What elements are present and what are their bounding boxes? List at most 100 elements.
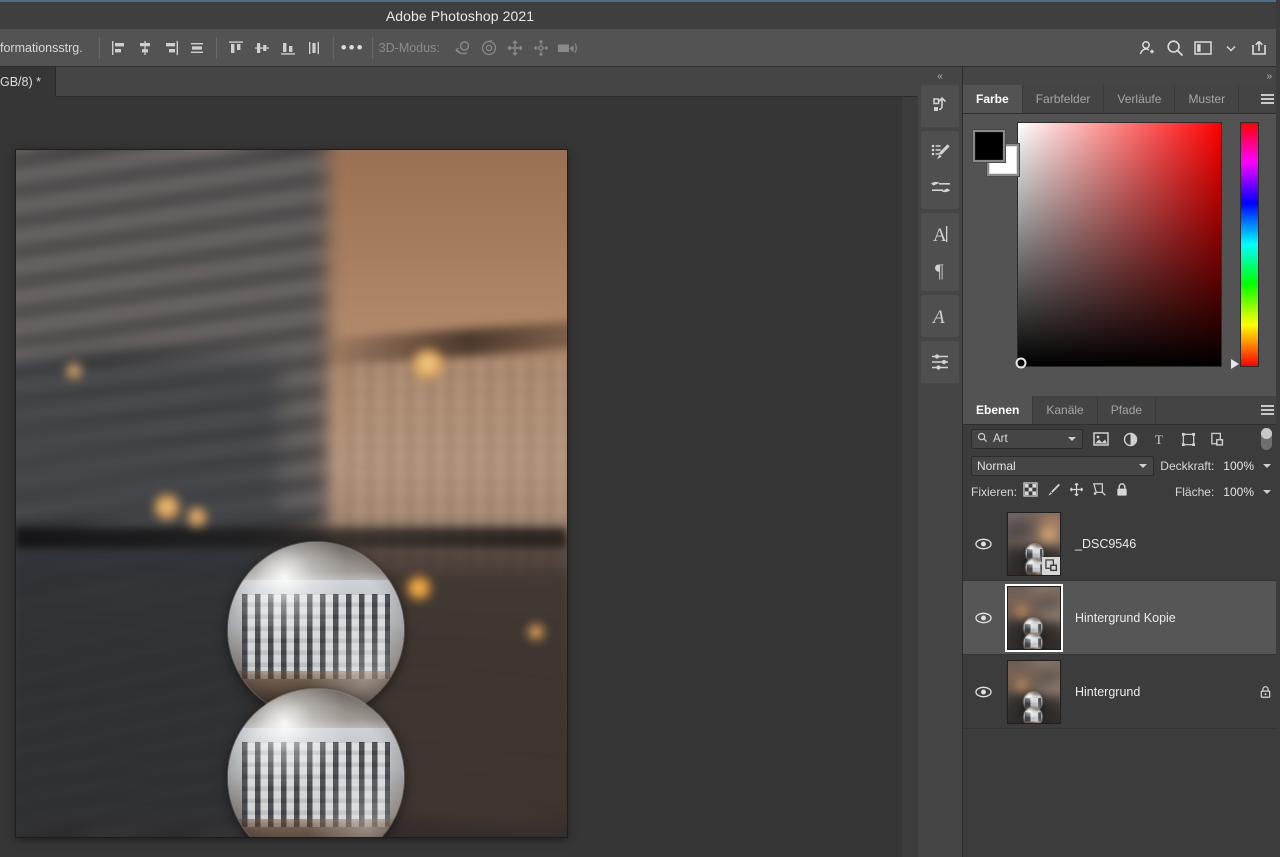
glyphs-icon[interactable]: A [921,298,960,334]
layer-filter-row: Art T [963,425,1280,453]
rail-collapse-button[interactable]: « [918,67,962,85]
tab-verlaeufe[interactable]: Verläufe [1104,85,1176,113]
table-row[interactable]: _DSC9546 [963,507,1280,581]
options-right-cluster [1134,35,1280,61]
adjustments-icon[interactable] [921,344,960,380]
align-vertical-centers-icon[interactable] [249,35,275,61]
options-bar: formationsstrg. ••• 3D-Modus: [0,29,1280,67]
layer-name[interactable]: Hintergrund [1069,685,1250,699]
layer-thumbnail-cell[interactable] [999,585,1069,650]
layer-filter-kind-select[interactable]: Art [971,429,1083,449]
blend-mode-value: Normal [977,459,1016,473]
lock-position-icon[interactable] [1069,482,1084,502]
tab-ebenen[interactable]: Ebenen [963,396,1034,424]
color-field-cursor[interactable] [1015,357,1027,369]
distribute-horizontal-icon[interactable] [184,35,210,61]
layer-thumbnail[interactable] [1007,511,1061,576]
layer-thumbnail[interactable] [1007,659,1061,724]
svg-text:A: A [931,307,945,328]
layer-visibility-toggle[interactable] [967,538,999,550]
filter-enable-toggle[interactable] [1261,428,1272,450]
orbit-3d-icon[interactable] [450,35,476,61]
workspace-icon[interactable] [1190,35,1216,61]
layer-thumbnail-cell[interactable] [999,659,1069,724]
color-swatches [975,132,1019,176]
filter-shape-layers-icon[interactable] [1177,432,1199,447]
layers-panel-body: Art T Normal Deckkraft: 100% Fixieren: F… [963,425,1280,729]
hue-slider-marker[interactable] [1231,359,1239,369]
camera-3d-icon[interactable] [554,35,580,61]
layer-visibility-toggle[interactable] [967,612,999,624]
layer-thumbnail-cell[interactable] [999,511,1069,576]
hue-slider[interactable] [1240,122,1259,367]
lock-all-icon[interactable] [1115,482,1129,502]
slide-3d-icon[interactable] [528,35,554,61]
more-options-label: ••• [340,37,365,57]
distribute-vertical-icon[interactable] [301,35,327,61]
layer-name[interactable]: _DSC9546 [1069,537,1250,551]
align-left-edges-icon[interactable] [106,35,132,61]
window-right-edge [1276,0,1280,857]
panel-icon-rail: « A ¶ A [918,67,963,857]
layer-visibility-toggle[interactable] [967,686,999,698]
tab-farbfelder-label: Farbfelder [1035,92,1091,106]
fill-label: Fläche: [1174,485,1215,499]
table-row[interactable]: Hintergrund [963,655,1280,729]
align-bottom-edges-icon[interactable] [275,35,301,61]
photoshop-window: Adobe Photoshop 2021 formationsstrg. •••… [0,0,1280,857]
character-icon[interactable]: A [921,216,960,252]
lock-label: Fixieren: [971,485,1018,499]
search-icon[interactable] [1162,35,1188,61]
tab-kanaele-label: Kanäle [1046,403,1084,417]
workspace-chevron-icon[interactable] [1218,35,1244,61]
more-align-options-button[interactable]: ••• [340,35,366,61]
share-document-icon[interactable] [1134,35,1160,61]
color-saturation-value-field[interactable] [1015,122,1222,369]
filter-pixel-layers-icon[interactable] [1090,432,1112,446]
align-horizontal-centers-icon[interactable] [132,35,158,61]
tab-farbe[interactable]: Farbe [963,85,1023,113]
fill-value[interactable]: 100% [1220,483,1257,501]
opacity-label: Deckkraft: [1160,459,1215,473]
layer-name[interactable]: Hintergrund Kopie [1069,611,1250,625]
image-bokeh-light [407,575,432,600]
image-bokeh-light [65,362,82,379]
lock-transparent-pixels-icon[interactable] [1023,482,1038,502]
align-top-edges-icon[interactable] [223,35,249,61]
fill-chevron-down-icon[interactable] [1263,488,1272,497]
filter-adjustment-layers-icon[interactable] [1119,432,1141,447]
pan-3d-icon[interactable] [502,35,528,61]
blend-mode-select[interactable]: Normal [971,456,1155,476]
image-bokeh-light [412,349,443,380]
opacity-value[interactable]: 100% [1220,457,1257,475]
tab-farbfelder[interactable]: Farbfelder [1022,85,1105,113]
opacity-chevron-down-icon[interactable] [1263,462,1272,471]
image-bokeh-light [153,493,180,520]
layer-thumbnail[interactable] [1007,585,1061,650]
foreground-color-swatch[interactable] [975,132,1003,160]
dock-collapse-button[interactable]: » [963,67,1280,85]
paragraph-icon[interactable]: ¶ [921,252,960,288]
filter-type-layers-icon[interactable]: T [1148,432,1170,447]
canvas-area[interactable] [0,97,902,857]
tab-kanaele[interactable]: Kanäle [1033,396,1098,424]
tab-verlaeufe-label: Verläufe [1117,92,1162,106]
document-canvas[interactable] [16,150,567,837]
layer-thumbnail-image [1008,660,1060,723]
align-right-edges-icon[interactable] [158,35,184,61]
filter-smart-object-layers-icon[interactable] [1206,432,1228,447]
history-icon[interactable] [921,88,960,124]
brushes-icon[interactable] [921,170,960,206]
table-row[interactable]: Hintergrund Kopie [963,581,1280,655]
lock-artboard-nesting-icon[interactable] [1092,482,1107,502]
roll-3d-icon[interactable] [476,35,502,61]
document-tab[interactable]: GB/8) * [0,67,56,97]
active-tool-label: formationsstrg. [0,40,83,55]
export-icon[interactable] [1246,35,1272,61]
brush-settings-icon[interactable] [921,134,960,170]
tab-pfade[interactable]: Pfade [1097,396,1157,424]
lock-image-pixels-icon[interactable] [1046,482,1061,502]
tab-muster[interactable]: Muster [1175,85,1240,113]
rail-group-type: A ¶ [921,213,959,291]
svg-text:A: A [933,225,947,246]
